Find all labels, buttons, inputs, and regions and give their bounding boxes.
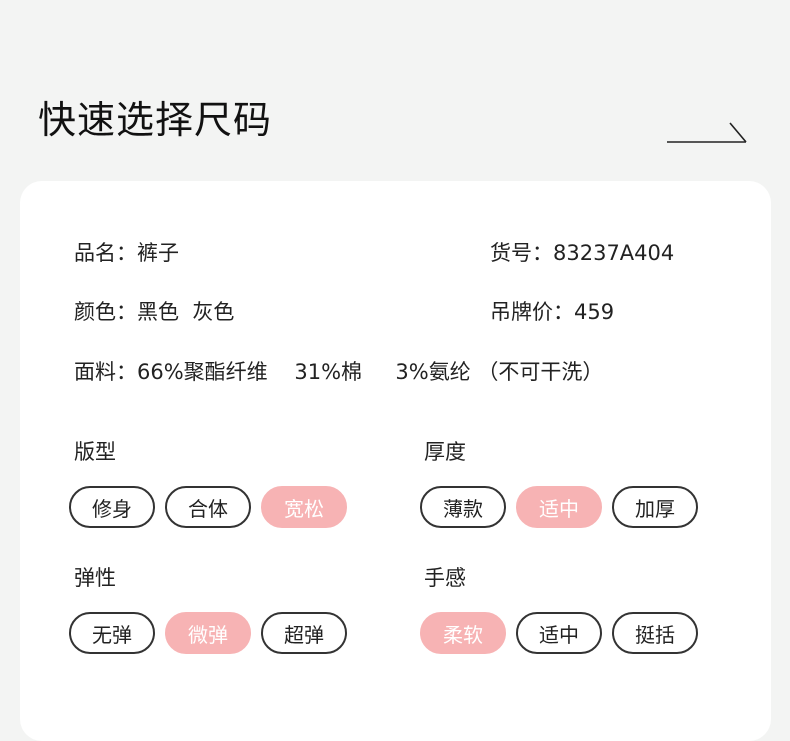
fit-option-loose[interactable]: 宽松 (261, 486, 347, 528)
feel-option-stiff[interactable]: 挺括 (612, 612, 698, 654)
elasticity-options: 无弹 微弹 超弹 (69, 612, 347, 654)
size-info-card: 品名：裤子 货号：83237A404 颜色：黑色 灰色 吊牌价：459 面料：6… (20, 181, 771, 741)
color-row: 颜色：黑色 灰色 (74, 302, 234, 323)
elasticity-option-high[interactable]: 超弹 (261, 612, 347, 654)
fit-options: 修身 合体 宽松 (69, 486, 347, 528)
fit-group-title: 版型 (74, 440, 116, 464)
product-name-row: 品名：裤子 (74, 243, 179, 264)
sku-label: 货号： (490, 241, 553, 265)
elasticity-option-none[interactable]: 无弹 (69, 612, 155, 654)
price-label: 吊牌价： (490, 300, 574, 324)
product-name-label: 品名： (74, 241, 137, 265)
feel-option-soft[interactable]: 柔软 (420, 612, 506, 654)
sku-value: 83237A404 (553, 241, 675, 265)
fit-option-regular[interactable]: 合体 (165, 486, 251, 528)
thickness-option-thin[interactable]: 薄款 (420, 486, 506, 528)
price-row: 吊牌价：459 (490, 302, 614, 323)
thickness-group-title: 厚度 (424, 440, 466, 464)
page-title: 快速选择尺码 (38, 98, 273, 142)
thickness-option-medium[interactable]: 适中 (516, 486, 602, 528)
fit-option-slim[interactable]: 修身 (69, 486, 155, 528)
color-value: 黑色 灰色 (137, 300, 235, 324)
thickness-options: 薄款 适中 加厚 (420, 486, 698, 528)
feel-group-title: 手感 (424, 566, 466, 590)
elasticity-group-title: 弹性 (74, 566, 116, 590)
thickness-option-thick[interactable]: 加厚 (612, 486, 698, 528)
elasticity-option-slight[interactable]: 微弹 (165, 612, 251, 654)
fabric-value: 66%聚酯纤维 31%棉 3%氨纶 （不可干洗） (137, 360, 604, 384)
fabric-row: 面料：66%聚酯纤维 31%棉 3%氨纶 （不可干洗） (74, 362, 603, 383)
arrow-right-icon[interactable] (666, 120, 748, 146)
product-name-value: 裤子 (137, 241, 179, 265)
sku-row: 货号：83237A404 (490, 243, 674, 264)
fabric-label: 面料： (74, 360, 137, 384)
color-label: 颜色： (74, 300, 137, 324)
price-value: 459 (574, 300, 615, 324)
feel-option-medium[interactable]: 适中 (516, 612, 602, 654)
feel-options: 柔软 适中 挺括 (420, 612, 698, 654)
